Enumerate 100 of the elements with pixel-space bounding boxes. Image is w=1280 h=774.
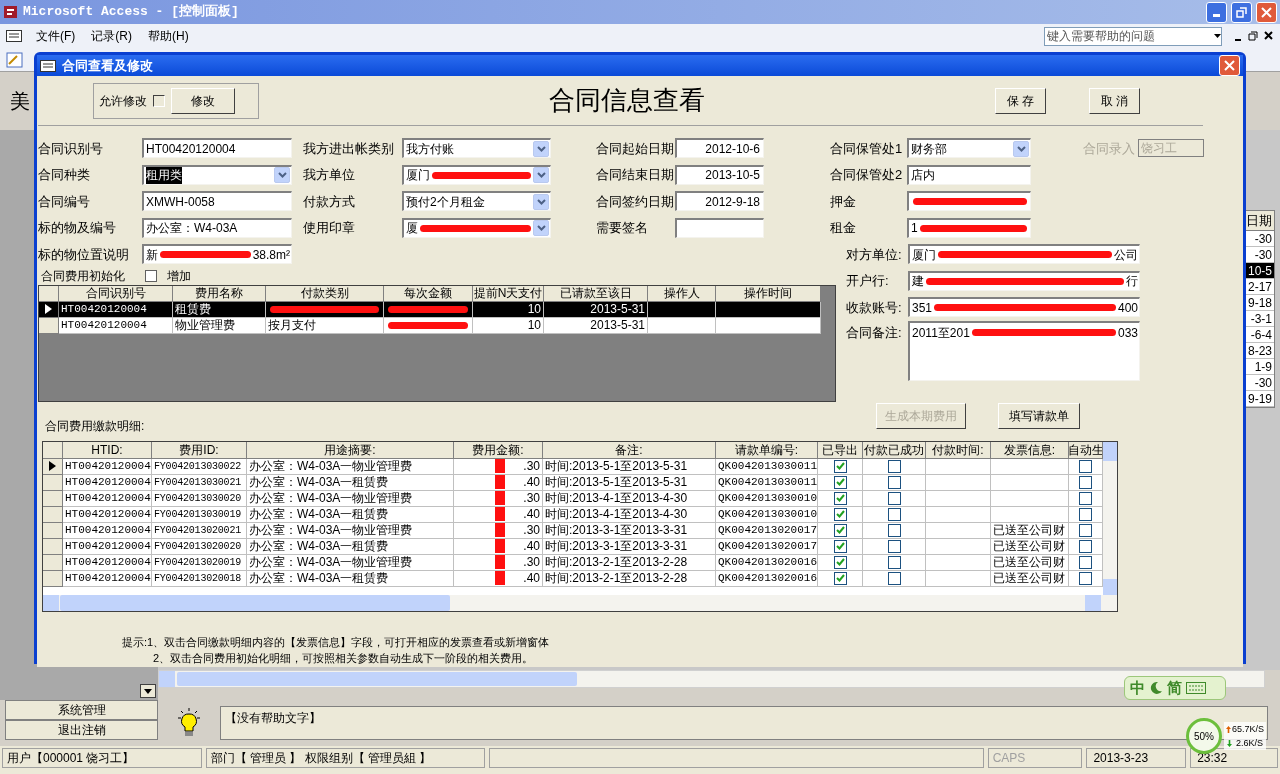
table-checkbox[interactable] xyxy=(887,539,901,553)
input-field[interactable]: 2013-10-5 xyxy=(675,164,764,185)
ime-mode[interactable]: 简 xyxy=(1167,676,1182,700)
table-checkbox[interactable] xyxy=(887,491,901,505)
table-checkbox[interactable] xyxy=(833,459,847,473)
ime-mode[interactable]: 中 xyxy=(1130,676,1145,700)
table-corner xyxy=(43,441,63,459)
dropdown-field[interactable]: 厦 xyxy=(402,217,551,238)
input-field[interactable]: 店内 xyxy=(907,164,1031,185)
input-field[interactable]: 2012-10-6 xyxy=(675,138,764,159)
caret-icon xyxy=(144,688,152,694)
table-checkbox[interactable] xyxy=(1079,539,1092,553)
nav-item[interactable]: 退出注销 xyxy=(5,720,158,740)
input-field[interactable]: 办公室：W4-03A xyxy=(142,217,292,238)
input-field[interactable]: 2012-9-18 xyxy=(675,191,764,212)
table-checkbox[interactable] xyxy=(833,571,847,585)
field-label: 押金 xyxy=(830,192,857,211)
dropdown-field[interactable]: 预付2个月租金 xyxy=(402,191,551,212)
request-form-button[interactable]: 填写请款单 xyxy=(998,402,1080,429)
field-value: 厦 xyxy=(406,220,418,237)
menu-item[interactable]: 帮助(H) xyxy=(146,27,191,45)
minimize-button[interactable] xyxy=(1206,1,1227,23)
table-cell: 办公室：W4-03A一物业管理费 xyxy=(247,554,454,571)
field-value: 店内 xyxy=(911,167,935,184)
field-value: 1 xyxy=(911,220,918,237)
dropdown-field[interactable]: 厦门 xyxy=(402,164,551,185)
field-value: 033 xyxy=(1117,324,1138,342)
field-label: 合同保管处2 xyxy=(830,166,904,184)
menu-item[interactable]: 文件(F) xyxy=(34,27,78,45)
table-checkbox[interactable] xyxy=(1079,475,1092,489)
form-heading: 合同信息查看 xyxy=(548,84,706,117)
table-cell: 办公室：W4-03A一租赁费 xyxy=(247,570,454,587)
notes-field[interactable]: 2011至201 033 xyxy=(908,320,1140,381)
save-button[interactable]: 保 存 xyxy=(995,87,1046,114)
table-checkbox[interactable] xyxy=(833,523,847,537)
edit-button[interactable]: 修改 xyxy=(171,87,235,114)
menu-item[interactable]: 记录(R) xyxy=(89,27,134,45)
table-checkbox[interactable] xyxy=(1079,555,1092,569)
cell-text: 2013-5-31 xyxy=(590,301,645,317)
cell-text: 租赁费 xyxy=(175,301,211,317)
input-field[interactable]: 1 xyxy=(907,217,1031,238)
table-checkbox[interactable] xyxy=(833,539,847,553)
table-cell: HT00420120004 xyxy=(63,458,152,475)
table-checkbox[interactable] xyxy=(887,571,901,585)
input-field[interactable]: 建 行 xyxy=(908,270,1140,291)
close-button[interactable] xyxy=(1219,55,1240,76)
field-value: 厦门 xyxy=(912,246,936,264)
table-checkbox[interactable] xyxy=(1079,459,1092,473)
design-icon[interactable] xyxy=(4,50,24,69)
cancel-button[interactable]: 取 消 xyxy=(1089,87,1140,114)
input-field[interactable] xyxy=(907,191,1031,212)
table-checkbox[interactable] xyxy=(887,555,901,569)
allow-edit-checkbox[interactable] xyxy=(153,94,165,107)
user-status: 用户【000001 饶习工】 xyxy=(2,748,202,768)
table-checkbox[interactable] xyxy=(833,491,847,505)
input-field[interactable]: 厦门 公司 xyxy=(908,244,1140,265)
redaction-mark xyxy=(495,571,506,585)
table-checkbox[interactable] xyxy=(1079,507,1092,521)
vertical-scrollbar[interactable] xyxy=(1103,441,1117,595)
column-header: 已请款至该日 xyxy=(544,285,648,302)
table-checkbox[interactable] xyxy=(887,507,901,521)
table-checkbox[interactable] xyxy=(1079,523,1092,537)
column-header: 请款单编号: xyxy=(716,441,818,459)
close-button[interactable] xyxy=(1256,1,1277,23)
input-field[interactable]: XMWH-0058 xyxy=(142,191,292,212)
table-cell: QK0042013020017 xyxy=(716,522,818,539)
input-field[interactable]: 351 400 xyxy=(908,297,1140,318)
panel-heading: 美 xyxy=(10,89,30,114)
current-row-icon xyxy=(45,304,52,314)
field-label: 合同签约日期 xyxy=(596,192,675,211)
table-checkbox[interactable] xyxy=(887,523,901,537)
help-search-field[interactable]: 键入需要帮助的问题 xyxy=(1044,26,1222,46)
table-checkbox[interactable] xyxy=(1079,571,1092,585)
current-row-icon xyxy=(49,461,56,471)
input-field[interactable]: HT00420120004 xyxy=(142,138,292,159)
input-field[interactable] xyxy=(675,217,764,238)
horizontal-scrollbar[interactable] xyxy=(43,594,1117,611)
column-header: 操作人 xyxy=(648,285,716,302)
add-checkbox[interactable] xyxy=(145,270,157,282)
field-label: 使用印章 xyxy=(303,219,356,237)
table-checkbox[interactable] xyxy=(833,555,847,569)
column-header: 费用金额: xyxy=(454,441,543,459)
table-checkbox[interactable] xyxy=(833,475,847,489)
dropdown-button[interactable] xyxy=(140,684,156,698)
nav-item[interactable]: 系统管理 xyxy=(5,700,158,720)
ime-toolbar[interactable]: 中 简 xyxy=(1124,676,1226,700)
table-checkbox[interactable] xyxy=(887,459,901,473)
table-checkbox[interactable] xyxy=(833,507,847,521)
dropdown-field[interactable]: 财务部 xyxy=(907,138,1031,159)
dropdown-field[interactable]: 租用类 xyxy=(142,164,292,185)
redaction-mark xyxy=(495,475,506,489)
table-cell: HT00420120004 xyxy=(63,554,152,571)
caps-indicator: CAPS xyxy=(987,748,1083,768)
dropdown-field[interactable]: 我方付账 xyxy=(402,138,551,159)
table-cell: 时间:2013-2-1至2013-2-28 xyxy=(543,554,716,571)
table-checkbox[interactable] xyxy=(887,475,901,489)
field-value: 行 xyxy=(1126,273,1138,290)
restore-button[interactable] xyxy=(1231,1,1252,23)
input-field[interactable]: 新 38.8m² xyxy=(142,244,292,265)
table-checkbox[interactable] xyxy=(1079,491,1092,505)
